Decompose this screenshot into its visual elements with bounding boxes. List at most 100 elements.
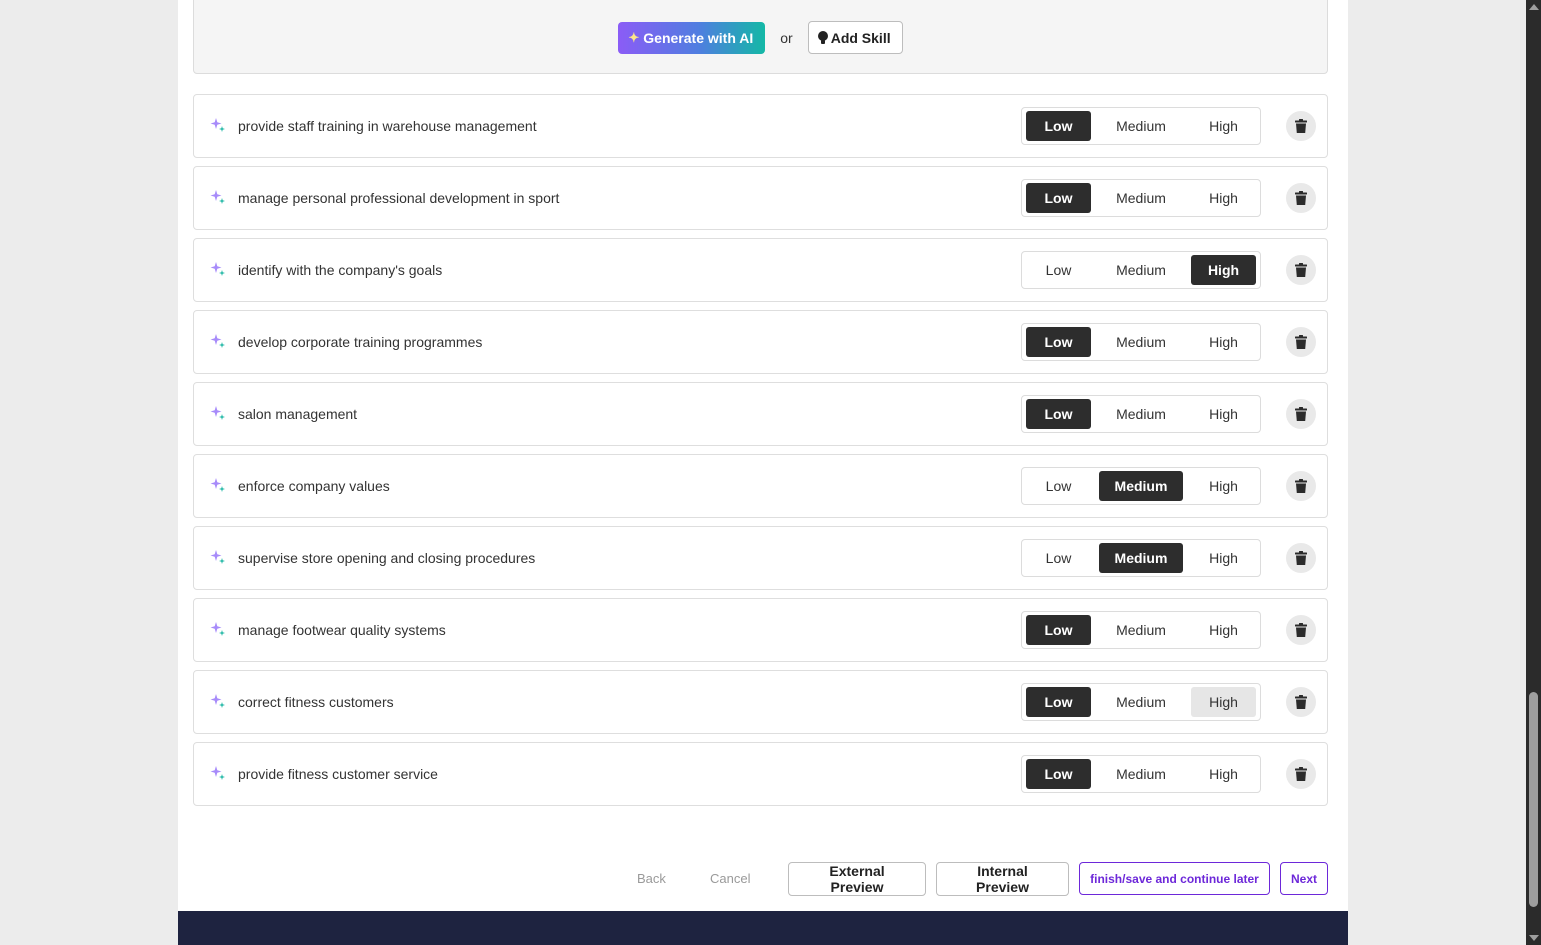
level-option-low[interactable]: Low <box>1026 471 1091 501</box>
ai-sparkle-icon <box>210 766 225 780</box>
delete-skill-button[interactable] <box>1286 255 1316 285</box>
skill-label: manage footwear quality systems <box>238 622 446 638</box>
level-option-medium[interactable]: Medium <box>1099 255 1183 285</box>
skill-row: provide staff training in warehouse mana… <box>193 94 1328 158</box>
add-skill-button[interactable]: Add Skill <box>807 21 903 54</box>
level-option-high[interactable]: High <box>1191 255 1256 285</box>
skill-row: identify with the company's goals Low Medi… <box>193 238 1328 302</box>
skill-row: manage footwear quality systems Low Medium… <box>193 598 1328 662</box>
skill-label: identify with the company's goals <box>238 262 443 278</box>
skill-label: enforce company values <box>238 478 390 494</box>
skill-level-selector: Low Medium High <box>1021 755 1261 793</box>
scroll-up-arrow-icon[interactable] <box>1529 4 1539 10</box>
delete-skill-button[interactable] <box>1286 399 1316 429</box>
level-option-low[interactable]: Low <box>1026 759 1091 789</box>
skill-label: develop corporate training programmes <box>238 334 483 350</box>
level-option-low[interactable]: Low <box>1026 687 1091 717</box>
level-option-medium[interactable]: Medium <box>1099 399 1183 429</box>
ai-sparkle-icon <box>210 190 225 204</box>
level-option-high[interactable]: High <box>1191 615 1256 645</box>
lightbulb-icon <box>817 30 828 45</box>
add-skill-label: Add Skill <box>830 29 891 46</box>
skill-level-selector: Low Medium High <box>1021 539 1261 577</box>
level-option-medium[interactable]: Medium <box>1099 111 1183 141</box>
ai-sparkle-icon <box>210 622 225 636</box>
next-button[interactable]: Next <box>1280 862 1328 895</box>
skill-label: salon management <box>238 406 358 422</box>
level-option-low[interactable]: Low <box>1026 615 1091 645</box>
level-option-low[interactable]: Low <box>1026 111 1091 141</box>
generate-with-ai-button[interactable]: ✦ Generate with AI <box>618 21 766 54</box>
page-scrollbar[interactable] <box>1526 0 1541 945</box>
finish-later-button[interactable]: finish/save and continue later <box>1079 862 1270 895</box>
delete-skill-button[interactable] <box>1286 615 1316 645</box>
level-option-medium[interactable]: Medium <box>1099 471 1183 501</box>
delete-skill-button[interactable] <box>1286 543 1316 573</box>
skill-label: correct fitness customers <box>238 694 394 710</box>
skill-level-selector: Low Medium High <box>1021 179 1261 217</box>
level-option-medium[interactable]: Medium <box>1099 615 1183 645</box>
generator-actions: ✦ Generate with AI or Add Skill <box>194 21 1327 54</box>
skill-generator-panel: ✦ Generate with AI or Add Skill <box>193 0 1328 74</box>
form-actions: Back Cancel External Preview Internal Pr… <box>178 862 1348 896</box>
scroll-down-arrow-icon[interactable] <box>1529 935 1539 941</box>
sparkle-icon: ✦ <box>628 29 640 45</box>
level-option-low[interactable]: Low <box>1026 255 1091 285</box>
level-option-medium[interactable]: Medium <box>1099 543 1183 573</box>
level-option-low[interactable]: Low <box>1026 183 1091 213</box>
level-option-low[interactable]: Low <box>1026 543 1091 573</box>
trash-icon <box>1295 119 1307 133</box>
delete-skill-button[interactable] <box>1286 327 1316 357</box>
level-option-low[interactable]: Low <box>1026 399 1091 429</box>
trash-icon <box>1295 551 1307 565</box>
cancel-button[interactable]: Cancel <box>710 871 750 886</box>
skill-level-selector: Low Medium High <box>1021 467 1261 505</box>
delete-skill-button[interactable] <box>1286 759 1316 789</box>
level-option-high[interactable]: High <box>1191 687 1256 717</box>
trash-icon <box>1295 407 1307 421</box>
trash-icon <box>1295 767 1307 781</box>
skill-level-selector: Low Medium High <box>1021 323 1261 361</box>
external-preview-button[interactable]: External Preview <box>788 862 926 896</box>
skill-level-selector: Low Medium High <box>1021 395 1261 433</box>
internal-preview-button[interactable]: Internal Preview <box>936 862 1069 896</box>
level-option-high[interactable]: High <box>1191 399 1256 429</box>
level-option-high[interactable]: High <box>1191 327 1256 357</box>
ai-sparkle-icon <box>210 334 225 348</box>
level-option-low[interactable]: Low <box>1026 327 1091 357</box>
level-option-high[interactable]: High <box>1191 183 1256 213</box>
level-option-medium[interactable]: Medium <box>1099 759 1183 789</box>
scrollbar-thumb[interactable] <box>1529 692 1538 907</box>
skill-level-selector: Low Medium High <box>1021 251 1261 289</box>
delete-skill-button[interactable] <box>1286 471 1316 501</box>
skill-level-selector: Low Medium High <box>1021 107 1261 145</box>
skill-level-selector: Low Medium High <box>1021 683 1261 721</box>
skill-label: manage personal professional development… <box>238 190 560 206</box>
ai-sparkle-icon <box>210 550 225 564</box>
level-option-high[interactable]: High <box>1191 759 1256 789</box>
level-option-medium[interactable]: Medium <box>1099 687 1183 717</box>
level-option-medium[interactable]: Medium <box>1099 183 1183 213</box>
trash-icon <box>1295 335 1307 349</box>
or-separator: or <box>780 29 793 46</box>
delete-skill-button[interactable] <box>1286 687 1316 717</box>
trash-icon <box>1295 263 1307 277</box>
ai-sparkle-icon <box>210 694 225 708</box>
level-option-high[interactable]: High <box>1191 543 1256 573</box>
level-option-high[interactable]: High <box>1191 111 1256 141</box>
delete-skill-button[interactable] <box>1286 183 1316 213</box>
level-option-medium[interactable]: Medium <box>1099 327 1183 357</box>
skill-row: correct fitness customers Low Medium High <box>193 670 1328 734</box>
skill-row: provide fitness customer service Low Mediu… <box>193 742 1328 806</box>
skill-label: supervise store opening and closing proc… <box>238 550 536 566</box>
site-footer <box>178 911 1348 945</box>
trash-icon <box>1295 479 1307 493</box>
delete-skill-button[interactable] <box>1286 111 1316 141</box>
ai-sparkle-icon <box>210 478 225 492</box>
ai-sparkle-icon <box>210 262 225 276</box>
skill-row: manage personal professional development… <box>193 166 1328 230</box>
skill-label: provide staff training in warehouse mana… <box>238 118 537 134</box>
level-option-high[interactable]: High <box>1191 471 1256 501</box>
back-button[interactable]: Back <box>637 871 666 886</box>
skill-level-selector: Low Medium High <box>1021 611 1261 649</box>
